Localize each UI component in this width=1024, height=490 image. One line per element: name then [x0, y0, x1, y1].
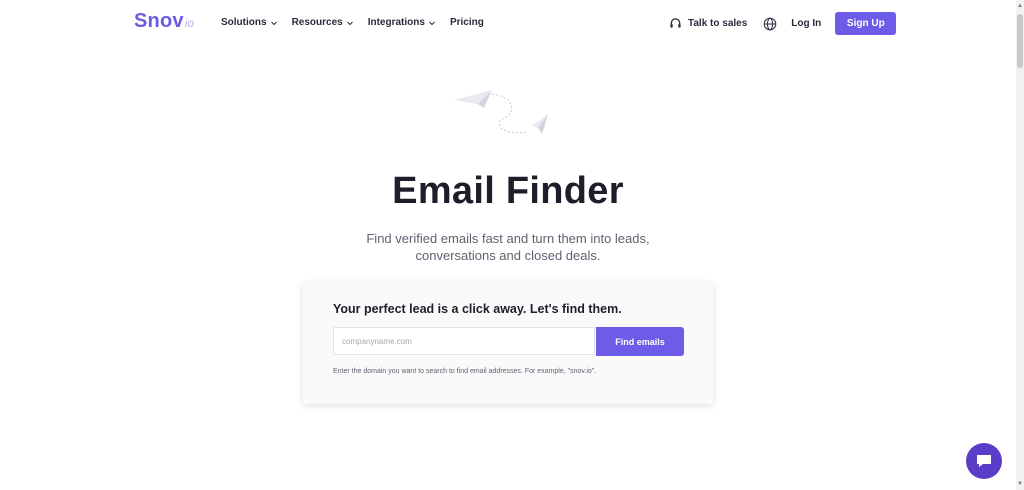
logo[interactable]: Snov io — [134, 10, 194, 33]
nav-resources[interactable]: Resources — [292, 17, 354, 28]
talk-to-sales-link[interactable]: Talk to sales — [669, 17, 747, 30]
chat-bubble-icon — [977, 455, 991, 467]
subtitle-line-2: conversations and closed deals. — [415, 248, 601, 263]
nav-integrations[interactable]: Integrations — [368, 17, 436, 28]
nav-pricing-label: Pricing — [449, 17, 484, 28]
nav-resources-label: Resources — [291, 17, 343, 28]
nav-pricing[interactable]: Pricing — [450, 17, 484, 28]
signup-button[interactable]: Sign Up — [835, 12, 897, 35]
find-emails-button[interactable]: Find emails — [596, 327, 684, 356]
scroll-down-icon[interactable]: ▼ — [1017, 480, 1023, 488]
header: Snov io Solutions Resources Integrations… — [0, 0, 1016, 46]
chevron-down-icon — [270, 21, 277, 25]
search-hint: Enter the domain you want to search to f… — [333, 368, 597, 375]
headset-icon — [670, 18, 681, 28]
login-link[interactable]: Log In — [791, 18, 821, 29]
nav-solutions[interactable]: Solutions — [221, 17, 278, 28]
page: Snov io Solutions Resources Integrations… — [0, 0, 1016, 490]
scrollbar[interactable]: ▲ ▼ — [1016, 0, 1024, 490]
page-title: Email Finder — [392, 170, 624, 212]
main-nav: Solutions Resources Integrations Pricing — [221, 17, 498, 28]
chevron-down-icon — [346, 21, 353, 25]
logo-sub: io — [184, 16, 195, 30]
right-nav: Talk to sales Log In Sign Up — [669, 12, 897, 35]
page-subtitle: Find verified emails fast and turn them … — [0, 230, 1016, 264]
nav-integrations-label: Integrations — [367, 17, 425, 28]
search-card: Your perfect lead is a click away. Let's… — [303, 282, 713, 404]
globe-icon[interactable] — [763, 17, 777, 31]
logo-main: Snov — [134, 10, 184, 32]
paper-plane-icon — [454, 90, 548, 134]
subtitle-line-1: Find verified emails fast and turn them … — [366, 231, 650, 246]
search-card-heading: Your perfect lead is a click away. Let's… — [333, 302, 622, 316]
domain-input[interactable] — [333, 327, 595, 355]
chat-button[interactable] — [966, 443, 1002, 479]
scrollbar-thumb[interactable] — [1017, 14, 1023, 68]
scroll-up-icon[interactable]: ▲ — [1017, 2, 1023, 10]
nav-solutions-label: Solutions — [221, 17, 267, 28]
talk-to-sales-label: Talk to sales — [688, 18, 748, 29]
chevron-down-icon — [429, 21, 435, 25]
